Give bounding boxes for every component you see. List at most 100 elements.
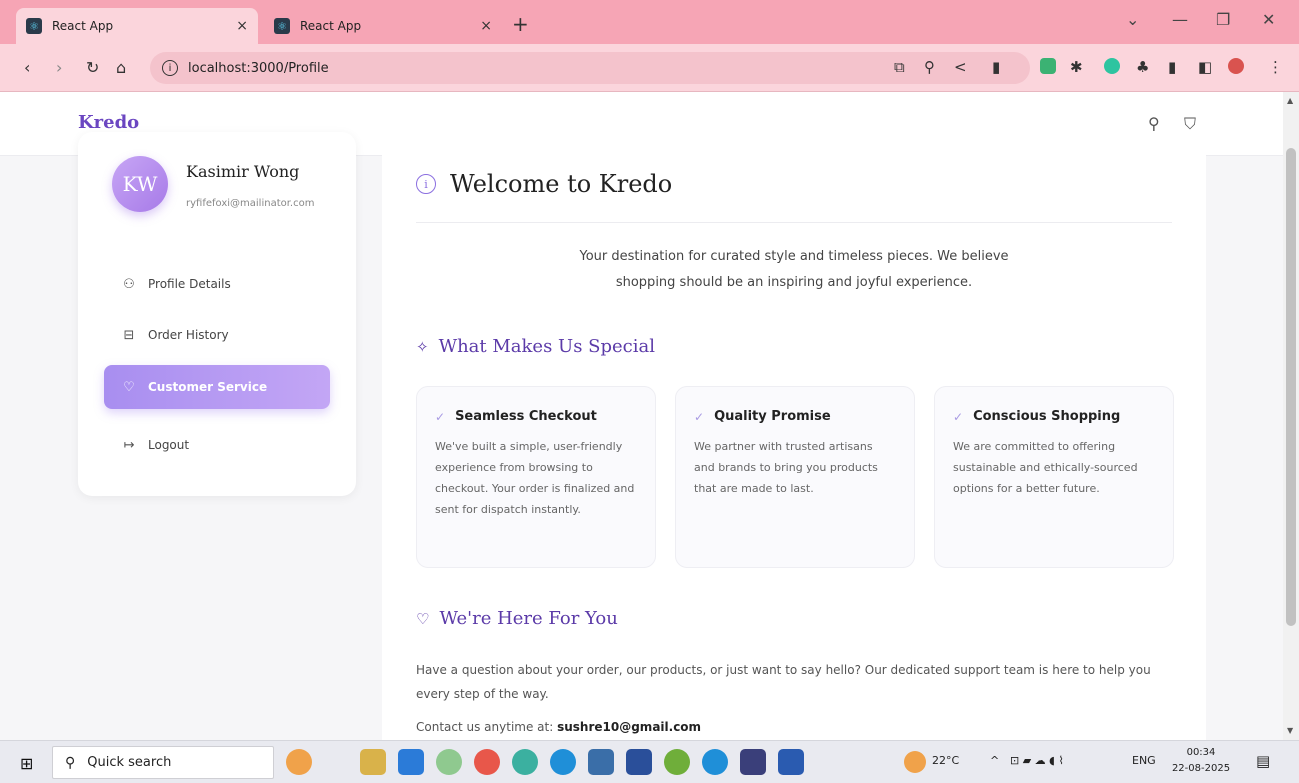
scroll-up-icon[interactable]: ▲	[1287, 96, 1293, 105]
react-favicon-icon: ⚛	[274, 18, 290, 34]
feature-card-conscious-shopping: ✓ Conscious Shopping We are committed to…	[934, 386, 1174, 568]
extensions-puzzle-icon[interactable]: ✱	[1070, 58, 1083, 76]
cart-icon[interactable]: ⛉	[1184, 114, 1196, 134]
scrollbar-thumb[interactable]	[1286, 148, 1296, 626]
section-title-text: What Makes Us Special	[438, 336, 655, 357]
forward-icon[interactable]: ›	[56, 58, 62, 77]
sidebar-item-label: Profile Details	[148, 277, 231, 291]
whatsapp-icon[interactable]	[436, 749, 462, 775]
card-header: ✓ Conscious Shopping	[953, 409, 1155, 424]
react-favicon-icon: ⚛	[26, 18, 42, 34]
sparkles-icon: ✧	[416, 337, 429, 356]
feature-card-seamless-checkout: ✓ Seamless Checkout We've built a simple…	[416, 386, 656, 568]
chrome-profile-icon[interactable]	[512, 749, 538, 775]
intro-line-2: shopping should be an inspiring and joyf…	[615, 275, 973, 290]
back-icon[interactable]: ‹	[24, 58, 30, 77]
url-text: localhost:3000/Profile	[188, 60, 329, 76]
user-email: ryfifefoxi@mailinator.com	[186, 198, 315, 209]
contact-email-link[interactable]: sushre10@gmail.com	[557, 720, 701, 734]
tab-title: React App	[300, 19, 362, 33]
tray-chevron-icon[interactable]: ^	[990, 754, 999, 767]
new-tab-button[interactable]: +	[512, 12, 529, 36]
minimize-button[interactable]: —	[1172, 10, 1188, 29]
temperature[interactable]: 22°C	[932, 754, 959, 767]
sidebar-item-label: Customer Service	[148, 380, 268, 394]
zoom-icon[interactable]: ⚲	[924, 58, 935, 76]
side-panel-icon[interactable]: ◧	[1198, 58, 1212, 76]
browser-toolbar: ‹ › ↻ ⌂ i localhost:3000/Profile ⧉ ⚲ < ▮…	[0, 44, 1299, 92]
tray-icons[interactable]: ⊡ ▰ ☁ ◖ ⌇	[1010, 754, 1064, 767]
edge-icon[interactable]	[550, 749, 576, 775]
file-explorer-icon[interactable]	[360, 749, 386, 775]
chrome-icon[interactable]	[474, 749, 500, 775]
extension-circle-icon[interactable]	[1104, 58, 1120, 74]
shopping-bag-icon: ⊟	[123, 327, 135, 343]
card-title: Seamless Checkout	[455, 409, 597, 424]
card-header: ✓ Quality Promise	[694, 409, 896, 424]
tab-close-icon[interactable]: ×	[236, 18, 248, 34]
edge-beta-icon[interactable]	[702, 749, 728, 775]
tab-close-icon[interactable]: ×	[480, 18, 492, 34]
windows-taskbar: ⊞ ⚲ Quick search 22°C ^ ⊡ ▰ ☁ ◖ ⌇ ENG 00…	[0, 740, 1299, 783]
language-indicator[interactable]: ENG	[1132, 754, 1156, 767]
sidebar-item-label: Logout	[148, 438, 190, 452]
check-icon: ✓	[694, 409, 705, 424]
close-window-button[interactable]: ✕	[1262, 10, 1275, 29]
install-app-icon[interactable]: ⧉	[894, 58, 905, 76]
store-icon[interactable]	[626, 749, 652, 775]
restore-button[interactable]: ❐	[1216, 10, 1230, 29]
section-title-text: We're Here For You	[439, 608, 618, 629]
home-icon[interactable]: ⌂	[116, 58, 126, 77]
contact-line: Contact us anytime at: sushre10@gmail.co…	[416, 720, 701, 734]
sidebar-item-logout[interactable]: ↦ Logout	[104, 423, 330, 467]
profile-sidebar: KW Kasimir Wong ryfifefoxi@mailinator.co…	[78, 132, 356, 496]
sidebar-item-order-history[interactable]: ⊟ Order History	[104, 313, 330, 357]
notification-icon[interactable]: ▤	[1256, 752, 1270, 770]
check-icon: ✓	[435, 409, 446, 424]
word-icon[interactable]	[778, 749, 804, 775]
feature-card-quality-promise: ✓ Quality Promise We partner with truste…	[675, 386, 915, 568]
reload-icon[interactable]: ↻	[86, 58, 99, 77]
divider	[416, 222, 1172, 223]
user-icon: ⚇	[123, 276, 135, 292]
search-label: Quick search	[87, 755, 172, 770]
brand-logo[interactable]: Kredo	[78, 112, 139, 133]
app-icon[interactable]	[588, 749, 614, 775]
tab-search-chevron-icon[interactable]: ⌄	[1126, 10, 1139, 29]
extension-icon[interactable]	[1040, 58, 1056, 74]
share-icon[interactable]: <	[954, 58, 967, 76]
pin-icon[interactable]: ♣	[1136, 58, 1149, 76]
clock[interactable]: 00:34 22-08-2025	[1168, 745, 1234, 777]
page-viewport: Kredo ⚲ ⛉ KW Kasimir Wong ryfifefoxi@mai…	[0, 92, 1283, 740]
customer-service-panel: i Welcome to Kredo Your destination for …	[382, 132, 1206, 740]
browser-tab-1[interactable]: ⚛ React App ×	[16, 8, 258, 44]
search-icon[interactable]: ⚲	[1148, 114, 1160, 133]
clock-time: 00:34	[1186, 747, 1216, 758]
support-text: Have a question about your order, our pr…	[416, 663, 1151, 701]
intellij-icon[interactable]	[740, 749, 766, 775]
site-info-icon[interactable]: i	[162, 60, 178, 76]
weather-icon[interactable]	[904, 751, 926, 773]
vscode-icon[interactable]	[398, 749, 424, 775]
profile-avatar-icon[interactable]	[1228, 58, 1244, 74]
support-section-title: ♡ We're Here For You	[416, 608, 618, 629]
sidebar-item-customer-service[interactable]: ♡ Customer Service	[104, 365, 330, 409]
heart-icon: ♡	[416, 609, 430, 628]
search-icon: ⚲	[65, 754, 76, 771]
widget-icon[interactable]	[286, 749, 312, 775]
page-title: Welcome to Kredo	[450, 170, 673, 198]
app-green-icon[interactable]	[664, 749, 690, 775]
sidebar-item-profile-details[interactable]: ⚇ Profile Details	[104, 262, 330, 306]
card-text: We are committed to offering sustainable…	[953, 440, 1138, 495]
more-menu-icon[interactable]: ⋮	[1268, 58, 1283, 76]
card-text: We partner with trusted artisans and bra…	[694, 440, 878, 495]
browser-tab-2[interactable]: ⚛ React App ×	[264, 8, 502, 44]
browser-tab-bar: ⚛ React App × ⚛ React App × + ⌄ — ❐ ✕	[0, 0, 1299, 44]
bookmarks-icon[interactable]: ▮	[1168, 58, 1176, 76]
page-scrollbar[interactable]: ▲ ▼	[1283, 92, 1299, 740]
card-text: We've built a simple, user-friendly expe…	[435, 440, 635, 516]
scroll-down-icon[interactable]: ▼	[1287, 726, 1293, 735]
taskbar-search[interactable]: ⚲ Quick search	[52, 746, 274, 779]
bookmark-icon[interactable]: ▮	[992, 58, 1000, 76]
windows-start-icon[interactable]: ⊞	[20, 754, 33, 773]
